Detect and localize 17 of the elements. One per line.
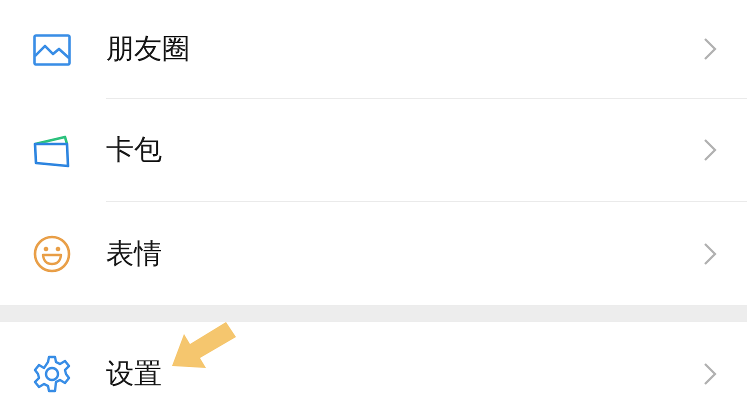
menu-item[interactable]: 卡包	[0, 99, 747, 202]
chevron-icon	[703, 362, 717, 386]
menu-label: 表情	[106, 236, 162, 272]
settings-icon	[33, 354, 71, 392]
menu-label: 朋友圈	[106, 31, 190, 67]
menu-label: 设置	[106, 356, 162, 392]
smiley-icon	[33, 234, 71, 272]
menu-item[interactable]: 朋友圈	[0, 0, 747, 99]
arrow-icon	[172, 322, 236, 368]
picture-frame-icon	[33, 34, 71, 66]
chevron-icon	[703, 37, 717, 61]
chevron-icon	[703, 138, 717, 162]
chevron-icon	[703, 242, 717, 266]
menu-item[interactable]: 表情	[0, 202, 747, 305]
menu-item[interactable]: 设置	[0, 322, 747, 420]
wallet-icon	[33, 134, 71, 168]
menu-label: 卡包	[106, 132, 162, 168]
